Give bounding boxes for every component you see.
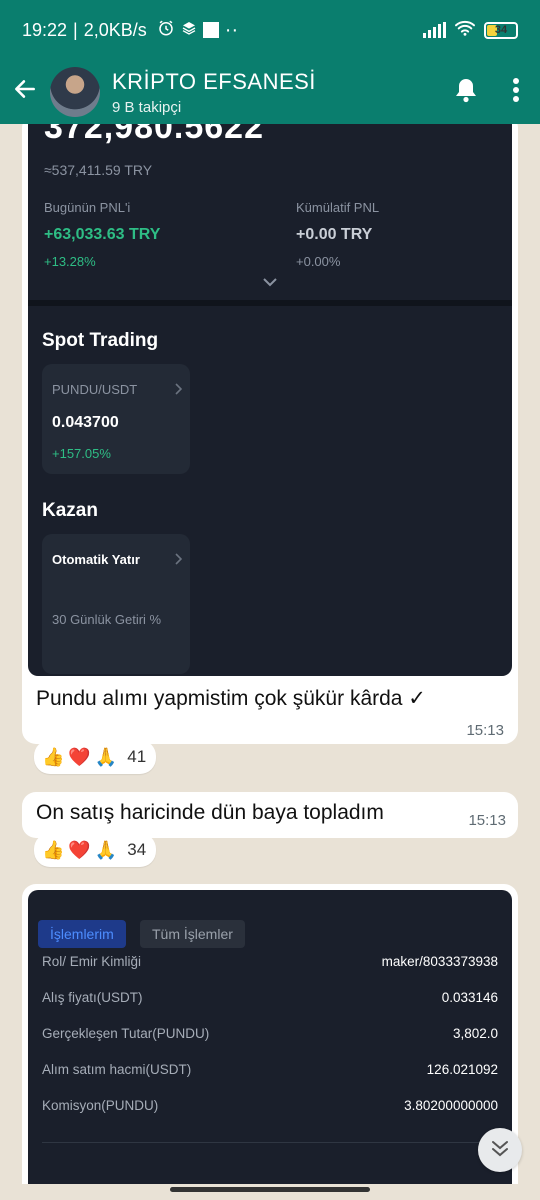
row-value-role: maker/8033373938 — [381, 954, 498, 969]
channel-info[interactable]: KRİPTO EFSANESİ 9 B takipçi — [112, 69, 316, 116]
scroll-down-button[interactable] — [478, 1128, 522, 1172]
signal-icon — [423, 22, 446, 38]
tab-all-trades[interactable]: Tüm İşlemler — [140, 920, 245, 948]
row-value-volume: 126.021092 — [426, 1062, 498, 1077]
section-divider — [28, 300, 512, 306]
more-vert-icon[interactable] — [512, 77, 520, 108]
return-label: 30 Günlük Getiri % — [52, 612, 162, 627]
reaction-count-2: 34 — [127, 840, 147, 859]
message-text-1: Pundu alımı yapmistim çok şükür kârda ✓ — [36, 687, 426, 710]
pnl-today-label: Bugünün PNL'i — [44, 200, 131, 215]
heart-reaction[interactable]: ❤️ — [68, 840, 90, 861]
pnl-today-pct: +13.28% — [44, 254, 96, 269]
row-label-role: Rol/ Emir Kimliği — [42, 954, 142, 969]
earn-title: Kazan — [42, 500, 98, 521]
chevron-down-icon[interactable] — [262, 274, 278, 292]
status-separator: | — [73, 19, 78, 40]
row-label-filled: Gerçekleşen Tutar(PUNDU) — [42, 1026, 210, 1041]
card-divider — [42, 1142, 498, 1143]
pair-tile[interactable]: PUNDU/USDT 0.043700 +157.05% — [42, 364, 190, 474]
home-handle[interactable] — [170, 1187, 370, 1192]
row-label-buy-price: Alış fiyatı(USDT) — [42, 990, 143, 1005]
portfolio-screenshot[interactable]: 372,980.5622 ≈537,411.59 TRY Bugünün PNL… — [28, 124, 512, 676]
channel-subtitle: 9 B takipçi — [112, 98, 182, 116]
layers-icon — [181, 20, 197, 41]
row-value-buy-price: 0.033146 — [441, 990, 498, 1005]
pnl-cum-label: Kümülatif PNL — [296, 200, 380, 215]
row-value-filled: 3,802.0 — [452, 1026, 498, 1041]
chevron-right-icon — [174, 552, 183, 570]
battery-icon: 34 — [484, 21, 518, 39]
row-label-volume: Alım satım hacmi(USDT) — [42, 1062, 192, 1077]
thumbs-up-reaction[interactable]: 👍 — [42, 747, 64, 768]
pair-price: 0.043700 — [52, 414, 119, 431]
bell-icon[interactable] — [454, 77, 478, 108]
pair-change: +157.05% — [52, 446, 111, 461]
reactions-1[interactable]: 👍 ❤️ 🙏 41 — [34, 740, 157, 774]
message-bubble-3[interactable]: İşlemlerim Tüm İşlemler Rol/ Emir Kimliğ… — [22, 884, 518, 1184]
status-speed: 2,0KB/s — [83, 19, 147, 40]
status-time: 19:22 — [22, 19, 68, 40]
reactions-2[interactable]: 👍 ❤️ 🙏 34 — [34, 833, 157, 867]
channel-avatar[interactable] — [50, 67, 100, 117]
scroll-down-icon — [490, 1139, 510, 1162]
message-time-1: 15:13 — [466, 722, 504, 739]
thumbs-up-reaction[interactable]: 👍 — [42, 840, 64, 861]
balance-try: ≈537,411.59 TRY — [44, 162, 153, 178]
pray-reaction[interactable]: 🙏 — [95, 840, 117, 861]
back-arrow-icon[interactable] — [12, 76, 42, 108]
message-time-2: 15:13 — [468, 812, 506, 829]
chat-header: KRİPTO EFSANESİ 9 B takipçi — [0, 60, 540, 124]
message-bubble-2[interactable]: On satış haricinde dün baya topladım 15:… — [22, 792, 518, 838]
wifi-icon — [454, 19, 476, 42]
square-icon — [202, 22, 219, 38]
pnl-cum-value: +0.00 TRY — [296, 226, 373, 243]
row-label-commission: Komisyon(PUNDU) — [42, 1098, 159, 1113]
chevron-right-icon — [174, 382, 183, 400]
spot-trading-title: Spot Trading — [42, 330, 159, 351]
chat-area: 372,980.5622 ≈537,411.59 TRY Bugünün PNL… — [0, 124, 540, 1184]
message-text-2: On satış haricinde dün baya topladım — [36, 801, 384, 824]
pnl-today-value: +63,033.63 TRY — [44, 226, 161, 243]
pnl-cum-pct: +0.00% — [296, 254, 341, 269]
pray-reaction[interactable]: 🙏 — [95, 747, 117, 768]
auto-invest-label: Otomatik Yatır — [52, 552, 140, 567]
tab-my-trades[interactable]: İşlemlerim — [38, 920, 126, 948]
row-value-commission: 3.80200000000 — [404, 1098, 498, 1113]
heart-reaction[interactable]: ❤️ — [68, 747, 90, 768]
channel-title: KRİPTO EFSANESİ — [112, 68, 316, 94]
status-dots: ·· — [224, 18, 239, 41]
battery-level: 34 — [494, 24, 508, 36]
status-bar: 19:22 | 2,0KB/s ·· 34 — [0, 0, 540, 60]
reaction-count-1: 41 — [127, 747, 147, 766]
message-bubble-1[interactable]: 372,980.5622 ≈537,411.59 TRY Bugünün PNL… — [22, 124, 518, 744]
pair-name: PUNDU/USDT — [52, 382, 138, 397]
trade-screenshot[interactable]: İşlemlerim Tüm İşlemler Rol/ Emir Kimliğ… — [28, 890, 512, 1184]
auto-invest-tile[interactable]: Otomatik Yatır 30 Günlük Getiri % — [42, 534, 190, 674]
alarm-icon — [157, 19, 175, 42]
total-balance: 372,980.5622 — [44, 124, 264, 146]
